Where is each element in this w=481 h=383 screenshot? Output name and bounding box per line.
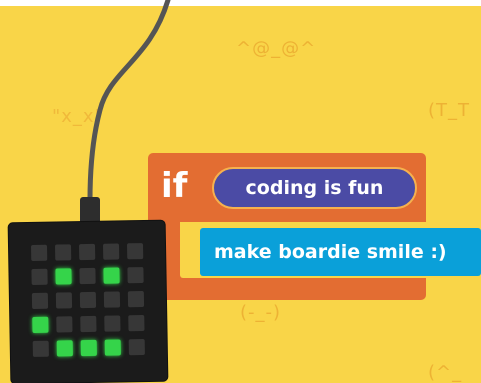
if-keyword: if (161, 166, 188, 206)
led-board (8, 220, 168, 383)
led-r4-c1 (56, 340, 73, 357)
led-r4-c4 (128, 339, 145, 356)
led-r2-c4 (127, 291, 145, 308)
led-r0-c3 (102, 243, 120, 260)
led-r1-c4 (127, 267, 144, 284)
cable-connector (80, 197, 100, 225)
led-r0-c4 (126, 243, 144, 260)
led-r3-c1 (56, 316, 73, 333)
led-r2-c3 (103, 291, 121, 308)
condition-block: coding is fun (212, 167, 417, 209)
led-r4-c3 (104, 339, 121, 356)
led-r2-c2 (79, 291, 97, 309)
led-r0-c0 (30, 244, 48, 261)
led-r1-c1 (55, 268, 72, 285)
led-r3-c0 (32, 316, 49, 333)
action-block: make boardie smile :) (200, 228, 481, 276)
led-r4-c0 (32, 340, 49, 357)
led-r1-c2 (79, 267, 96, 285)
led-r1-c0 (31, 268, 48, 285)
led-r1-c3 (103, 267, 120, 284)
led-r0-c1 (54, 244, 72, 261)
illustration: ^@_@^ "x_x" (T_T (-_-) (^_ if coding is … (0, 0, 481, 383)
led-r2-c1 (55, 292, 73, 309)
led-r3-c2 (80, 315, 97, 333)
led-r3-c4 (128, 315, 145, 332)
led-r3-c3 (104, 315, 121, 332)
led-r2-c0 (31, 292, 49, 309)
led-r0-c2 (78, 243, 96, 261)
led-r4-c2 (80, 339, 97, 357)
